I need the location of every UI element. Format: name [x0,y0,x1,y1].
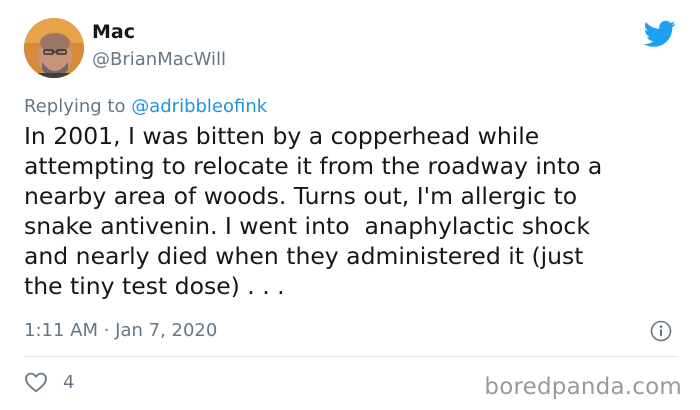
like-count: 4 [63,372,75,393]
tweet-timestamp[interactable]: 1:11 AM · Jan 7, 2020 [24,320,217,341]
tweet-text: In 2001, I was bitten by a copperhead wh… [24,122,603,300]
twitter-bird-icon[interactable] [644,20,676,48]
info-icon[interactable] [650,320,672,342]
reply-to-mention[interactable]: @adribbleofink [131,96,267,117]
author-name[interactable]: Mac [92,21,135,43]
tweet-card: Mac @BrianMacWill Replying to @adribbleo… [0,0,700,410]
avatar[interactable] [24,18,84,78]
author-handle[interactable]: @BrianMacWill [92,49,226,70]
divider [24,356,678,357]
reply-context: Replying to @adribbleofink [24,96,267,117]
reply-prefix: Replying to [24,96,126,117]
watermark: boredpanda.com [484,374,682,400]
heart-icon[interactable] [24,371,48,393]
